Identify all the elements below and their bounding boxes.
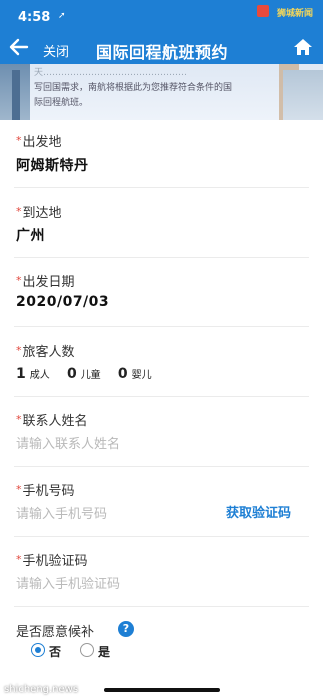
phone-label: *手机号码 [16, 483, 75, 499]
contact-name-label: *联系人姓名 [16, 413, 88, 429]
app-header: 4:58 ➚ 狮城新闻 关闭 国际回程航班预约 [0, 0, 323, 64]
banner-line-1: 天………………………………………… [34, 68, 188, 78]
arrow-left-icon[interactable] [8, 36, 30, 58]
get-otp-button[interactable]: 获取验证码 [226, 502, 291, 521]
info-banner: 天………………………………………… 写回国需求，南航将根据此为您推荐符合条件的国… [0, 64, 323, 120]
divider [14, 536, 309, 537]
contact-name-input[interactable]: 请输入联系人姓名 [16, 433, 120, 452]
destination-value[interactable]: 广州 [16, 225, 45, 245]
close-button[interactable]: 关闭 [43, 41, 69, 60]
question-icon[interactable]: ? [118, 621, 134, 637]
adult-count[interactable]: 1 [16, 366, 26, 382]
banner-building-image-far-right [283, 70, 323, 120]
banner-line-3: 际回程航班。 [34, 98, 89, 108]
otp-label: *手机验证码 [16, 553, 88, 569]
otp-input[interactable]: 请输入手机验证码 [16, 573, 120, 592]
home-icon[interactable] [293, 37, 313, 57]
radio-unselected-icon [80, 643, 94, 657]
divider [14, 326, 309, 327]
banner-tower-image [12, 70, 20, 120]
banner-text: 天………………………………………… 写回国需求，南航将根据此为您推荐符合条件的国… [34, 66, 284, 111]
date-label: *出发日期 [16, 274, 75, 290]
watermark-text: 狮城新闻 [276, 9, 313, 19]
location-arrow-icon: ➚ [58, 11, 66, 21]
standby-label: 是否愿意候补 [16, 625, 95, 640]
standby-option-yes-label: 是 [98, 645, 111, 659]
destination-label: *到达地 [16, 205, 62, 221]
watermark-logo-icon [257, 5, 269, 17]
phone-input[interactable]: 请输入手机号码 [16, 503, 107, 522]
footer-watermark: shicheng.news [4, 684, 79, 695]
standby-option-no-label: 否 [49, 645, 62, 659]
infant-count[interactable]: 0 [118, 366, 128, 382]
date-value[interactable]: 2020/07/03 [16, 294, 109, 310]
origin-label: *出发地 [16, 134, 62, 150]
divider [14, 606, 309, 607]
passenger-counts[interactable]: 1 成人 0 儿童 0 婴儿 [16, 366, 166, 382]
divider [14, 187, 309, 188]
passengers-label: *旅客人数 [16, 344, 75, 360]
divider [14, 396, 309, 397]
radio-selected-icon [31, 643, 45, 657]
status-bar: 4:58 ➚ 狮城新闻 [0, 0, 323, 32]
status-time: 4:58 [18, 10, 51, 25]
infant-label: 婴儿 [131, 370, 152, 381]
child-label: 儿童 [80, 370, 101, 381]
nav-bar: 关闭 国际回程航班预约 [0, 32, 323, 64]
origin-value[interactable]: 阿姆斯特丹 [16, 155, 89, 175]
page-title: 国际回程航班预约 [96, 43, 229, 62]
child-count[interactable]: 0 [67, 366, 77, 382]
banner-line-2: 写回国需求，南航将根据此为您推荐符合条件的国 [34, 83, 233, 93]
divider [14, 257, 309, 258]
adult-label: 成人 [29, 370, 50, 381]
home-indicator[interactable] [104, 688, 220, 692]
divider [14, 466, 309, 467]
